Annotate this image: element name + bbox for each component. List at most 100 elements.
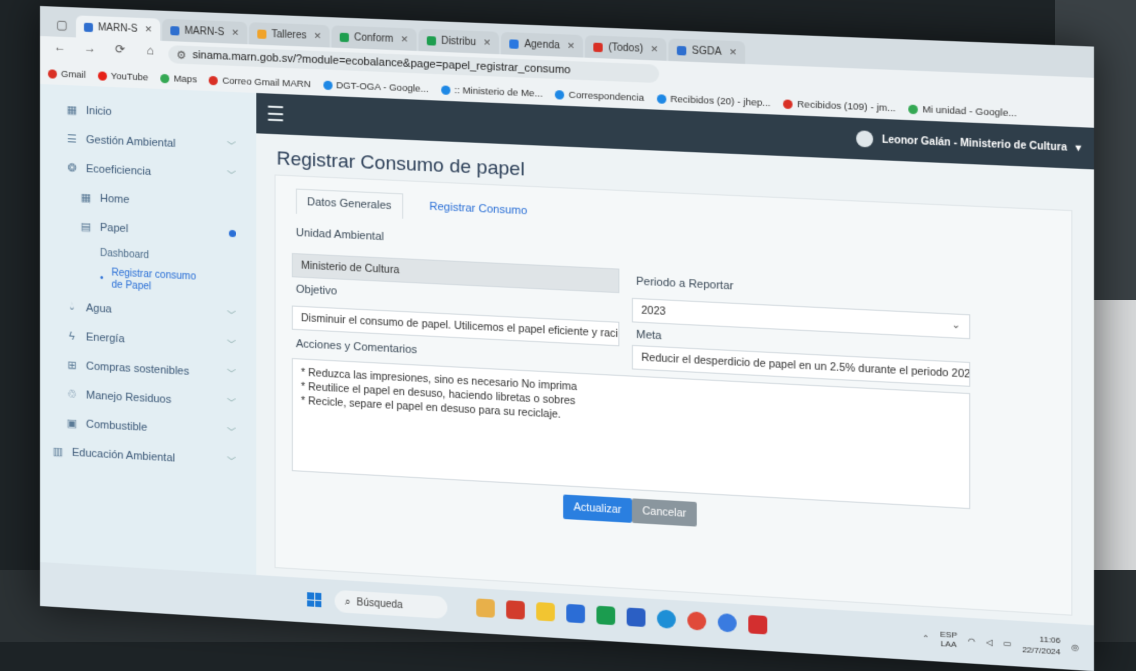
chevron-down-icon: ⌄ <box>951 319 961 332</box>
meta-label: Meta <box>636 328 662 343</box>
tab-label: MARN-S <box>97 21 138 35</box>
hamburger-menu-icon[interactable]: ☰ <box>266 101 284 127</box>
periodo-select[interactable]: 2023 ⌄ <box>631 297 971 340</box>
bookmark-favicon-icon <box>908 104 919 114</box>
home-icon[interactable]: ⌂ <box>142 42 158 59</box>
browser-tab[interactable]: MARN-S ✕ <box>162 18 248 45</box>
bookmark-item[interactable]: YouTube <box>97 70 148 83</box>
bolt-icon: ϟ <box>69 329 75 343</box>
bookmark-label: Recibidos (20) - jhep... <box>670 93 771 109</box>
bookmark-favicon-icon <box>555 89 565 100</box>
battery-icon[interactable]: ▭ <box>1003 638 1011 648</box>
bookmark-item[interactable]: Correo Gmail MARN <box>209 74 311 90</box>
chevron-down-icon: ﹀ <box>226 339 237 351</box>
site-info-icon[interactable]: ⚙ <box>176 48 186 61</box>
bookmark-favicon-icon <box>656 93 667 104</box>
chrome-icon[interactable] <box>687 611 707 631</box>
close-icon[interactable]: ✕ <box>314 30 322 41</box>
reload-icon[interactable]: ⟳ <box>112 41 128 58</box>
browser-tab[interactable]: (Todos) ✕ <box>585 35 667 61</box>
file-explorer-icon[interactable] <box>536 602 555 622</box>
bookmark-favicon-icon <box>47 68 57 79</box>
bookmark-item[interactable]: Maps <box>160 72 197 85</box>
tab-favicon-icon <box>677 45 687 55</box>
bookmark-item[interactable]: Recibidos (20) - jhep... <box>656 93 771 109</box>
fuel-icon: ▣ <box>66 417 78 431</box>
pdf-icon[interactable] <box>748 614 768 635</box>
close-icon[interactable]: ✕ <box>567 40 575 52</box>
bookmark-item[interactable]: :: Ministerio de Me... <box>440 84 543 99</box>
close-icon[interactable]: ✕ <box>145 24 153 35</box>
tab-favicon-icon <box>339 32 349 42</box>
chevron-down-icon: ﹀ <box>226 427 237 438</box>
browser-tab[interactable]: Talleres ✕ <box>249 22 330 48</box>
search-icon: ⌕ <box>344 596 351 608</box>
tab-favicon-icon <box>426 35 436 46</box>
language-indicator[interactable]: ESP LAA <box>940 630 957 650</box>
chevron-down-icon: ﹀ <box>226 397 237 409</box>
unidad-field: Ministerio de Cultura <box>291 252 620 294</box>
unidad-label: Unidad Ambiental <box>295 226 384 244</box>
bookmark-item[interactable]: Gmail <box>47 68 86 80</box>
tab-label: MARN-S <box>184 25 225 38</box>
bookmark-favicon-icon <box>440 84 451 95</box>
grid-icon: ▦ <box>80 191 92 205</box>
bookmark-item[interactable]: Mi unidad - Google... <box>908 103 1017 119</box>
app-icon[interactable] <box>506 600 525 620</box>
bookmark-label: Recibidos (109) - jm... <box>797 98 896 114</box>
grid-icon: ▦ <box>66 104 78 117</box>
mail-icon[interactable] <box>566 603 585 624</box>
recycle-icon: ♲ <box>67 388 77 401</box>
widgets-icon[interactable] <box>476 598 495 618</box>
tab-registrar-consumo[interactable]: Registrar Consumo <box>419 194 538 225</box>
update-button[interactable]: Actualizar <box>563 494 633 523</box>
edge-icon[interactable] <box>656 609 676 629</box>
forward-icon[interactable]: → <box>82 40 98 57</box>
clock[interactable]: 11:06 22/7/2024 <box>1022 632 1060 657</box>
chevron-down-icon: ﹀ <box>226 368 237 380</box>
bookmark-favicon-icon <box>97 70 107 81</box>
user-menu[interactable]: Leonor Galán - Ministerio de Cultura ▾ <box>856 130 1081 156</box>
excel-icon[interactable] <box>596 605 616 626</box>
tab-label: (Todos) <box>608 41 644 55</box>
close-icon[interactable]: ✕ <box>400 34 408 45</box>
chrome-profile-icon[interactable] <box>717 613 737 633</box>
form-card: Datos Generales Registrar Consumo Unidad… <box>274 174 1073 616</box>
projected-screen: ▢ MARN-S ✕ MARN-S ✕ Talleres ✕ Conform ✕ Distrib… <box>40 6 1094 671</box>
back-icon[interactable]: ← <box>52 38 68 55</box>
window-menu-icon[interactable]: ▢ <box>54 17 70 34</box>
tab-favicon-icon <box>509 38 519 49</box>
tab-favicon-icon <box>83 22 93 32</box>
bookmark-label: Correo Gmail MARN <box>222 74 311 90</box>
sidebar: ▦ Inicio ☰ Gestión Ambiental ﹀ ❂ Ecoeficienc… <box>40 84 257 576</box>
browser-tab[interactable]: Agenda ✕ <box>501 31 584 58</box>
bookmark-item[interactable]: DGT-OGA - Google... <box>322 79 429 95</box>
cancel-button[interactable]: Cancelar <box>631 498 697 527</box>
taskbar-search[interactable]: ⌕ Búsqueda <box>334 589 448 619</box>
bullet-icon: • <box>99 272 104 285</box>
browser-tab[interactable]: MARN-S ✕ <box>75 15 161 41</box>
acciones-label: Acciones y Comentarios <box>295 338 418 357</box>
bookmark-item[interactable]: Correspondencia <box>555 89 644 103</box>
tab-favicon-icon <box>593 42 604 52</box>
tab-datos-generales[interactable]: Datos Generales <box>295 188 403 219</box>
browser-tab[interactable]: Conform ✕ <box>331 25 417 51</box>
close-icon[interactable]: ✕ <box>650 43 658 55</box>
close-icon[interactable]: ✕ <box>483 37 491 48</box>
bookmark-favicon-icon <box>322 80 333 90</box>
notification-icon[interactable]: ◎ <box>1071 642 1079 652</box>
close-icon[interactable]: ✕ <box>729 46 737 58</box>
tab-label: Conform <box>354 31 394 45</box>
chevron-up-icon[interactable]: ⌃ <box>922 633 929 643</box>
wifi-icon[interactable]: ◠ <box>968 636 975 646</box>
windows-start-icon[interactable] <box>307 592 322 608</box>
chevron-down-icon: ﹀ <box>226 456 237 467</box>
tab-favicon-icon <box>170 25 180 35</box>
browser-tab[interactable]: SGDA ✕ <box>668 38 746 64</box>
leaf-icon: ❂ <box>67 162 77 175</box>
bookmark-label: Mi unidad - Google... <box>922 103 1017 119</box>
browser-tab[interactable]: Distribu ✕ <box>418 28 500 55</box>
word-icon[interactable] <box>626 607 646 628</box>
close-icon[interactable]: ✕ <box>231 27 239 38</box>
bookmark-item[interactable]: Recibidos (109) - jm... <box>783 98 896 114</box>
